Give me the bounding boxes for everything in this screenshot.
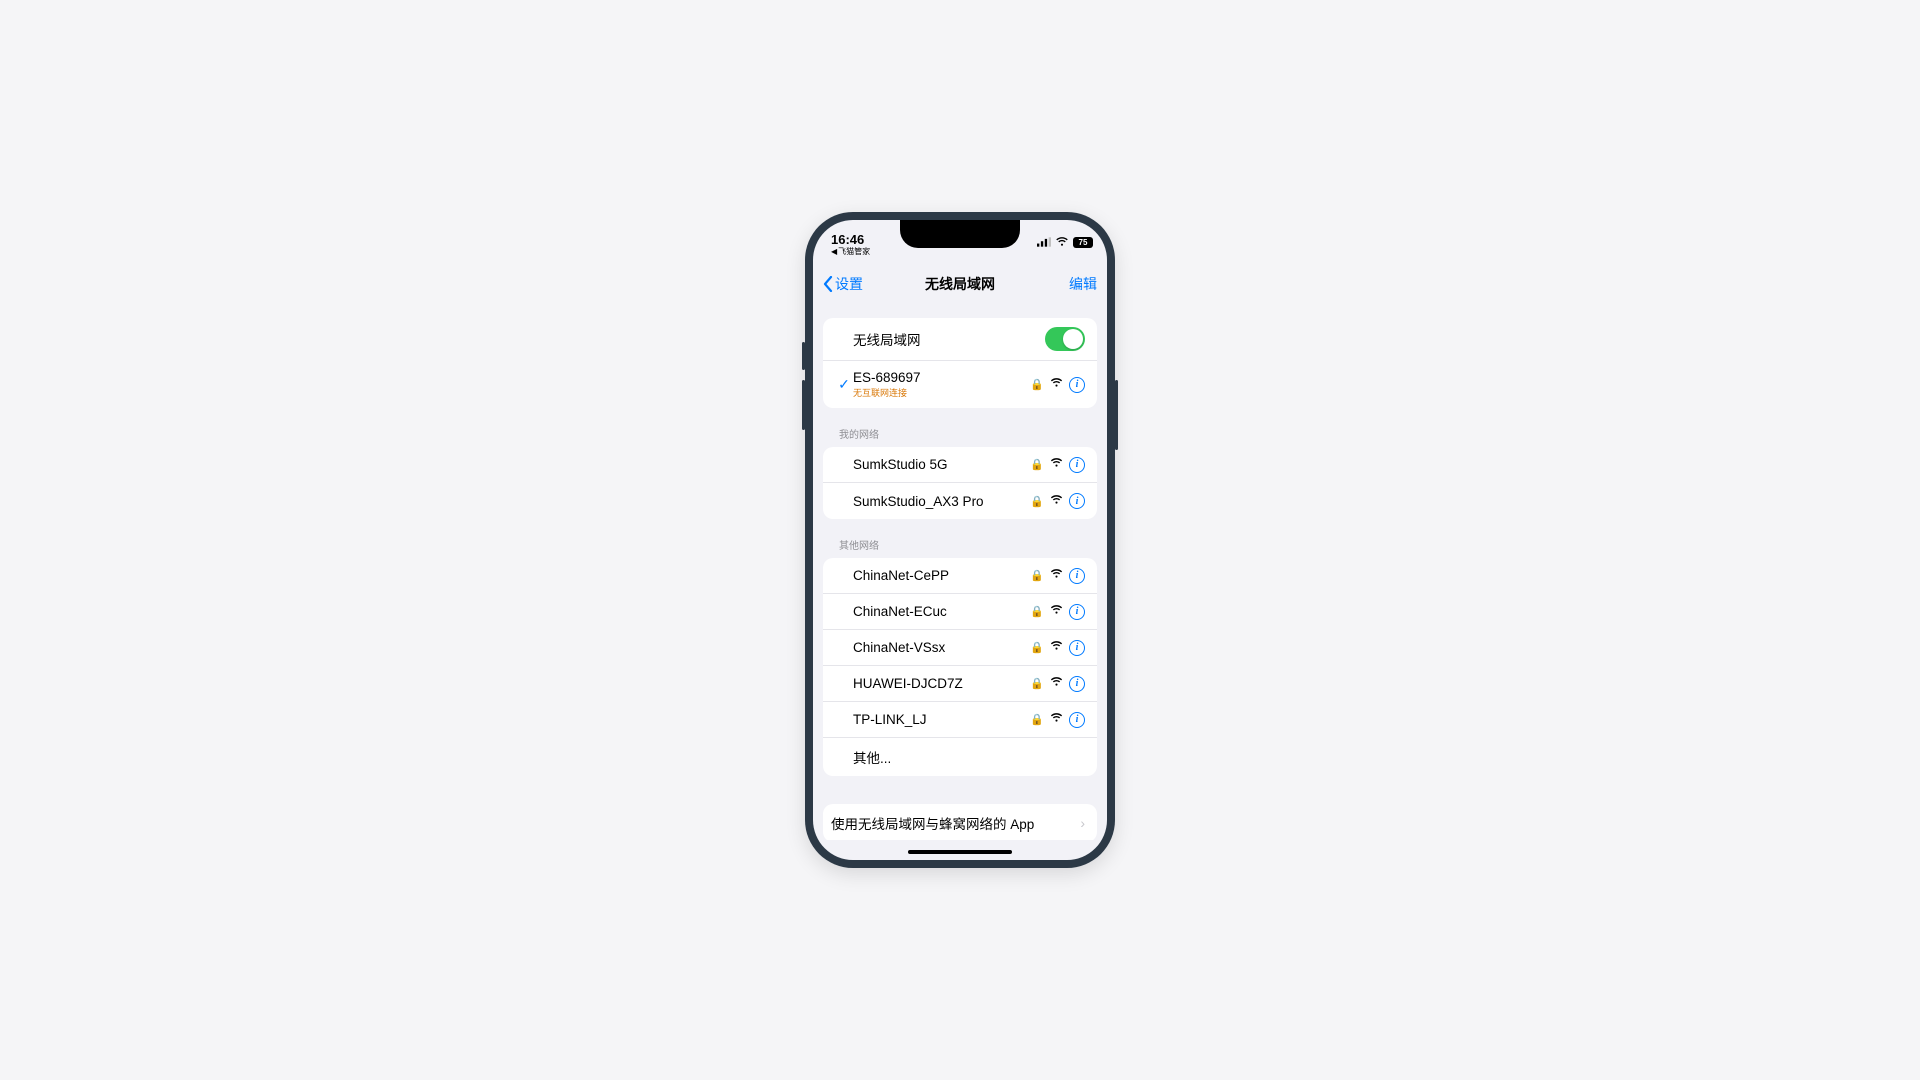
network-name: ChinaNet-CePP [853, 568, 1030, 583]
edit-button[interactable]: 编辑 [1069, 274, 1097, 294]
back-button[interactable]: 设置 [823, 274, 863, 294]
info-icon[interactable]: i [1069, 604, 1085, 620]
network-name: TP-LINK_LJ [853, 712, 1030, 727]
lock-icon: 🔒 [1030, 641, 1044, 654]
connected-network-row[interactable]: ✓ ES-689697 无互联网连接 🔒 i [823, 361, 1097, 408]
apps-label: 使用无线局域网与蜂窝网络的 App [831, 813, 1080, 833]
my-networks-header: 我的网络 [823, 426, 1097, 447]
wifi-icon [1050, 713, 1063, 726]
info-icon[interactable]: i [1069, 493, 1085, 509]
lock-icon: 🔒 [1030, 378, 1044, 391]
network-row[interactable]: SumkStudio 5G🔒 i [823, 447, 1097, 483]
network-row[interactable]: HUAWEI-DJCD7Z🔒 i [823, 666, 1097, 702]
network-row[interactable]: SumkStudio_AX3 Pro🔒 i [823, 483, 1097, 519]
info-icon[interactable]: i [1069, 676, 1085, 692]
info-icon[interactable]: i [1069, 377, 1085, 393]
cellular-icon [1037, 237, 1051, 247]
network-row[interactable]: ChinaNet-ECuc🔒 i [823, 594, 1097, 630]
network-name: ChinaNet-VSsx [853, 640, 1030, 655]
checkmark-icon: ✓ [835, 376, 853, 393]
home-indicator[interactable] [908, 850, 1012, 854]
other-manual-row[interactable]: 其他... [823, 738, 1097, 776]
chevron-right-icon: › [1080, 815, 1085, 831]
settings-content: 无线局域网 ✓ ES-689697 无互联网连接 🔒 i [813, 304, 1107, 840]
wifi-icon [1050, 569, 1063, 582]
network-row[interactable]: ChinaNet-CePP🔒 i [823, 558, 1097, 594]
info-icon[interactable]: i [1069, 568, 1085, 584]
caret-left-icon: ◀ [831, 248, 837, 256]
other-manual-label: 其他... [853, 747, 1085, 767]
network-name: SumkStudio_AX3 Pro [853, 494, 1030, 509]
apps-group: 使用无线局域网与蜂窝网络的 App › [823, 804, 1097, 840]
notch [900, 220, 1020, 248]
wlan-toggle-row[interactable]: 无线局域网 [823, 318, 1097, 361]
network-name: HUAWEI-DJCD7Z [853, 676, 1030, 691]
chevron-left-icon [823, 276, 833, 292]
info-icon[interactable]: i [1069, 457, 1085, 473]
my-networks-group: SumkStudio 5G🔒iSumkStudio_AX3 Pro🔒i [823, 447, 1097, 519]
other-networks-header: 其他网络 [823, 537, 1097, 558]
phone-screen: 16:46 ◀ 飞猫管家 75 设置 无线局域网 编辑 [813, 220, 1107, 860]
battery-icon: 75 [1073, 237, 1093, 248]
info-icon[interactable]: i [1069, 640, 1085, 656]
wlan-toggle[interactable] [1045, 327, 1085, 351]
breadcrumb-back[interactable]: ◀ 飞猫管家 [831, 248, 870, 256]
wlan-toggle-label: 无线局域网 [853, 329, 1045, 349]
wifi-icon [1050, 378, 1063, 391]
apps-using-wlan-row[interactable]: 使用无线局域网与蜂窝网络的 App › [823, 804, 1097, 840]
wifi-icon [1050, 605, 1063, 618]
connected-network-status: 无互联网连接 [853, 386, 1030, 399]
info-icon[interactable]: i [1069, 712, 1085, 728]
breadcrumb-label: 飞猫管家 [838, 248, 870, 256]
wifi-icon [1050, 677, 1063, 690]
nav-bar: 设置 无线局域网 编辑 [813, 264, 1107, 304]
wifi-icon [1050, 495, 1063, 508]
phone-frame: 16:46 ◀ 飞猫管家 75 设置 无线局域网 编辑 [805, 212, 1115, 868]
wlan-group: 无线局域网 ✓ ES-689697 无互联网连接 🔒 i [823, 318, 1097, 408]
page-title: 无线局域网 [925, 274, 995, 294]
lock-icon: 🔒 [1030, 677, 1044, 690]
network-name: SumkStudio 5G [853, 457, 1030, 472]
wifi-icon [1050, 641, 1063, 654]
other-networks-group: ChinaNet-CePP🔒iChinaNet-ECuc🔒iChinaNet-V… [823, 558, 1097, 776]
network-row[interactable]: TP-LINK_LJ🔒 i [823, 702, 1097, 738]
connected-network-name: ES-689697 [853, 370, 1030, 385]
network-row[interactable]: ChinaNet-VSsx🔒 i [823, 630, 1097, 666]
network-name: ChinaNet-ECuc [853, 604, 1030, 619]
lock-icon: 🔒 [1030, 458, 1044, 471]
lock-icon: 🔒 [1030, 569, 1044, 582]
wifi-icon [1050, 458, 1063, 471]
lock-icon: 🔒 [1030, 713, 1044, 726]
back-label: 设置 [835, 274, 863, 294]
battery-level: 75 [1079, 238, 1088, 247]
status-time: 16:46 [831, 233, 864, 246]
lock-icon: 🔒 [1030, 495, 1044, 508]
wifi-status-icon [1055, 237, 1069, 247]
lock-icon: 🔒 [1030, 605, 1044, 618]
